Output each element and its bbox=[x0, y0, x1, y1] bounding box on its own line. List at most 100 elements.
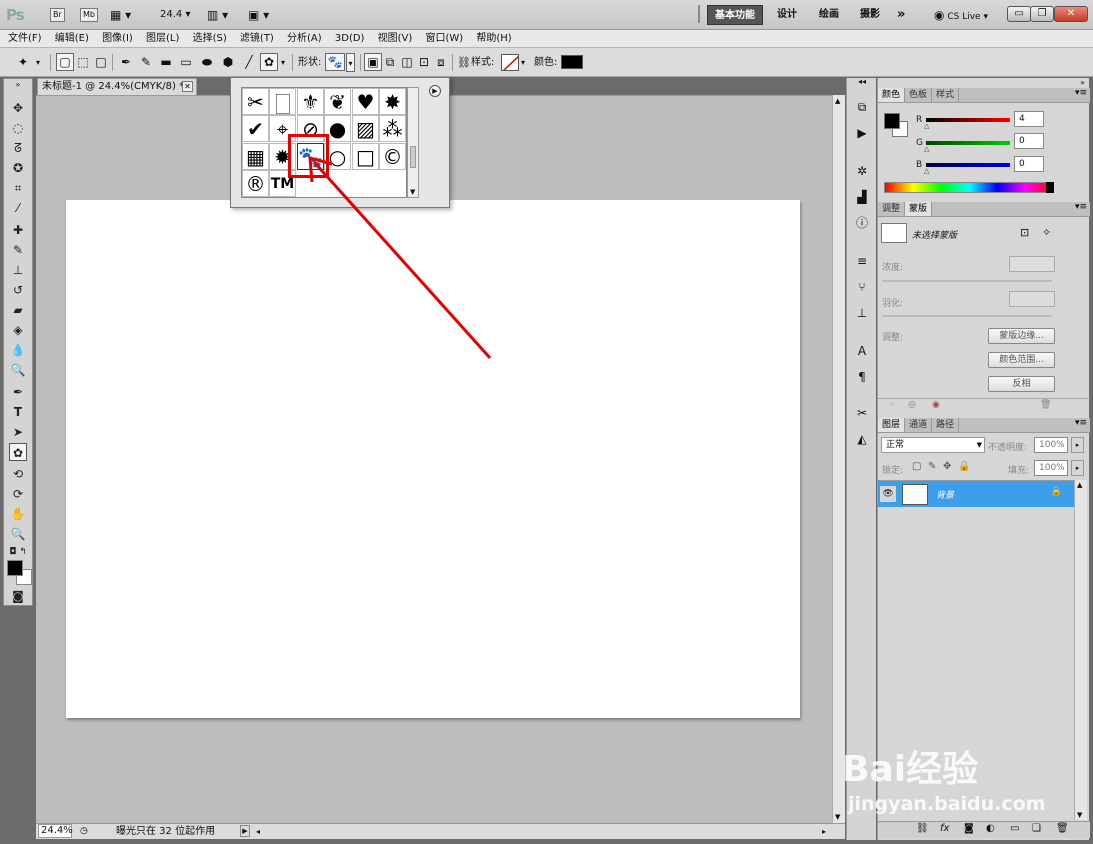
scroll-thumb[interactable] bbox=[410, 146, 416, 168]
default-colors-icon[interactable]: ◘ ↰ bbox=[9, 543, 27, 561]
mini-bridge-button[interactable]: Mb bbox=[80, 8, 98, 22]
tab-paths[interactable]: 路径 bbox=[932, 418, 960, 432]
menu-select[interactable]: 选择(S) bbox=[188, 30, 232, 47]
new-layer-combine-icon[interactable]: ▣ bbox=[364, 53, 382, 71]
adjustment-layer-icon[interactable]: ◐ bbox=[986, 823, 995, 834]
style-dropdown[interactable]: ▾ bbox=[521, 53, 525, 72]
fill-field[interactable]: 100% bbox=[1034, 460, 1068, 476]
scroll-down-icon[interactable]: ▼ bbox=[1077, 811, 1082, 819]
collapse-toolbox-icon[interactable]: » bbox=[9, 81, 27, 89]
scroll-down-icon[interactable]: ▼ bbox=[410, 188, 415, 196]
layers-scrollbar[interactable]: ▲ ▼ bbox=[1074, 480, 1087, 820]
zoom-tool-icon[interactable]: 🔍 bbox=[9, 525, 27, 543]
g-value-field[interactable]: 0 bbox=[1014, 133, 1044, 149]
copyright-icon[interactable]: © bbox=[379, 143, 406, 170]
3d-rotate-tool-icon[interactable]: ⟲ bbox=[9, 465, 27, 483]
diamond-grid-icon[interactable]: ⁂ bbox=[379, 115, 406, 142]
layer-style-fx-icon[interactable]: fx bbox=[940, 823, 949, 834]
zoom-field[interactable]: 24.4% bbox=[38, 824, 73, 838]
scroll-up-icon[interactable]: ▲ bbox=[1077, 481, 1082, 489]
vertical-scrollbar[interactable]: ▲ ▼ bbox=[832, 95, 845, 823]
r-channel-slider[interactable] bbox=[926, 118, 1010, 122]
navigator-panel-icon[interactable]: ✲ bbox=[853, 162, 871, 180]
histogram-panel-icon[interactable]: ▟ bbox=[853, 188, 871, 206]
registered-icon[interactable]: ® bbox=[242, 170, 269, 197]
history-brush-tool-icon[interactable]: ↺ bbox=[9, 281, 27, 299]
link-icon[interactable]: ⛓ bbox=[457, 53, 471, 72]
ornament-icon[interactable]: ❦ bbox=[324, 88, 351, 115]
scroll-down-icon[interactable]: ▼ bbox=[835, 813, 840, 821]
square-frame-icon[interactable]: □ bbox=[352, 143, 379, 170]
exclude-shape-icon[interactable]: ⧈ bbox=[432, 53, 450, 71]
history-panel-icon[interactable]: ⧉ bbox=[853, 98, 871, 116]
paragraph-panel-icon[interactable]: ¶ bbox=[853, 368, 871, 386]
shape-picker-scrollbar[interactable]: ▼ bbox=[407, 87, 419, 198]
brush-tool-icon[interactable]: ✎ bbox=[9, 241, 27, 259]
blend-mode-select[interactable]: 正常 ▼ bbox=[881, 437, 985, 453]
scroll-up-icon[interactable]: ▲ bbox=[835, 97, 840, 105]
actions-panel-icon[interactable]: ▶ bbox=[853, 124, 871, 142]
line-tool-icon[interactable]: ╱ bbox=[240, 53, 258, 71]
disable-mask-icon[interactable]: ◉ bbox=[932, 400, 940, 410]
color-swatch[interactable] bbox=[561, 55, 583, 69]
rounded-rectangle-tool-icon[interactable]: ▭ bbox=[177, 53, 195, 71]
view-extras-icon[interactable]: ▦ ▾ bbox=[110, 5, 131, 25]
intersect-shape-icon[interactable]: ⊡ bbox=[415, 53, 433, 71]
fill-pixels-mode-icon[interactable]: □ bbox=[92, 53, 110, 71]
tool-preset-dropdown[interactable]: ▾ bbox=[36, 53, 40, 72]
scroll-right-icon[interactable]: ▸ bbox=[822, 824, 826, 839]
menu-layer[interactable]: 图层(L) bbox=[141, 30, 184, 47]
dodge-tool-icon[interactable]: 🔍 bbox=[9, 361, 27, 379]
lock-transparent-icon[interactable]: ▢ bbox=[912, 461, 921, 472]
g-channel-slider[interactable] bbox=[926, 141, 1010, 145]
workspace-design-button[interactable]: 设计 bbox=[770, 5, 804, 25]
tab-layers[interactable]: 图层 bbox=[878, 418, 906, 432]
menu-edit[interactable]: 编辑(E) bbox=[50, 30, 94, 47]
marquee-tool-icon[interactable]: ◌ bbox=[9, 119, 27, 137]
hand-tool-icon[interactable]: ✋ bbox=[9, 505, 27, 523]
tab-adjustments[interactable]: 调整 bbox=[878, 202, 906, 216]
checkmark-icon[interactable]: ✔ bbox=[242, 115, 269, 142]
quick-mask-mode-icon[interactable]: ◙ bbox=[9, 587, 27, 605]
arrange-documents-icon[interactable]: ▥ ▾ bbox=[207, 5, 228, 25]
lock-all-icon[interactable]: 🔒 bbox=[958, 461, 970, 472]
delete-layer-icon[interactable]: 🗑 bbox=[1056, 823, 1069, 834]
add-mask-icon[interactable]: ◙ bbox=[964, 823, 974, 834]
path-selection-tool-icon[interactable]: ➤ bbox=[9, 423, 27, 441]
clone-source-panel-icon[interactable]: ⊥ bbox=[853, 304, 871, 322]
workspace-essentials-button[interactable]: 基本功能 bbox=[707, 5, 763, 25]
tab-masks[interactable]: 蒙版 bbox=[905, 202, 933, 216]
menu-3d[interactable]: 3D(D) bbox=[330, 30, 370, 47]
brushes-panel-icon[interactable]: ⑂ bbox=[853, 278, 871, 296]
move-tool-icon[interactable]: ✥ bbox=[9, 99, 27, 117]
healing-brush-tool-icon[interactable]: ✚ bbox=[9, 221, 27, 239]
add-pixel-mask-icon[interactable]: ⊡ bbox=[1020, 226, 1029, 239]
new-group-icon[interactable]: ▭ bbox=[1010, 823, 1019, 834]
screen-mode-icon[interactable]: ▣ ▾ bbox=[248, 5, 269, 25]
close-button[interactable]: ✕ bbox=[1054, 6, 1088, 22]
scroll-left-icon[interactable]: ◂ bbox=[256, 824, 260, 839]
workspace-photography-button[interactable]: 摄影 bbox=[853, 5, 887, 25]
menu-analysis[interactable]: 分析(A) bbox=[282, 30, 327, 47]
panel-menu-icon[interactable]: ▾≡ bbox=[1075, 418, 1087, 428]
tool-preset-icon[interactable]: ✦ bbox=[14, 53, 32, 71]
mask-edge-button[interactable]: 蒙版边缘... bbox=[988, 328, 1055, 344]
fleur-de-lis-icon[interactable]: ⚜ bbox=[297, 88, 324, 115]
foreground-color-swatch[interactable] bbox=[7, 560, 23, 576]
tab-swatches[interactable]: 色板 bbox=[905, 88, 933, 102]
r-value-field[interactable]: 4 bbox=[1014, 111, 1044, 127]
menu-image[interactable]: 图像(I) bbox=[97, 30, 138, 47]
heart-icon[interactable]: ♥ bbox=[352, 88, 379, 115]
opacity-field[interactable]: 100% bbox=[1034, 437, 1068, 453]
type-tool-icon[interactable]: T bbox=[9, 403, 27, 421]
subtract-shape-icon[interactable]: ◫ bbox=[398, 53, 416, 71]
character-panel-icon[interactable]: A bbox=[853, 342, 871, 360]
paths-mode-icon[interactable]: ⬚ bbox=[74, 53, 92, 71]
hatch-pattern-icon[interactable]: ▨ bbox=[352, 115, 379, 142]
shape-preview-paw-icon[interactable]: 🐾 bbox=[325, 53, 345, 71]
style-swatch-none-icon[interactable] bbox=[501, 54, 519, 71]
tab-color[interactable]: 颜色 bbox=[878, 88, 906, 102]
tab-styles[interactable]: 样式 bbox=[932, 88, 960, 102]
status-info-icon[interactable]: ◷ bbox=[80, 824, 88, 839]
grid-icon[interactable]: ▦ bbox=[242, 143, 269, 170]
